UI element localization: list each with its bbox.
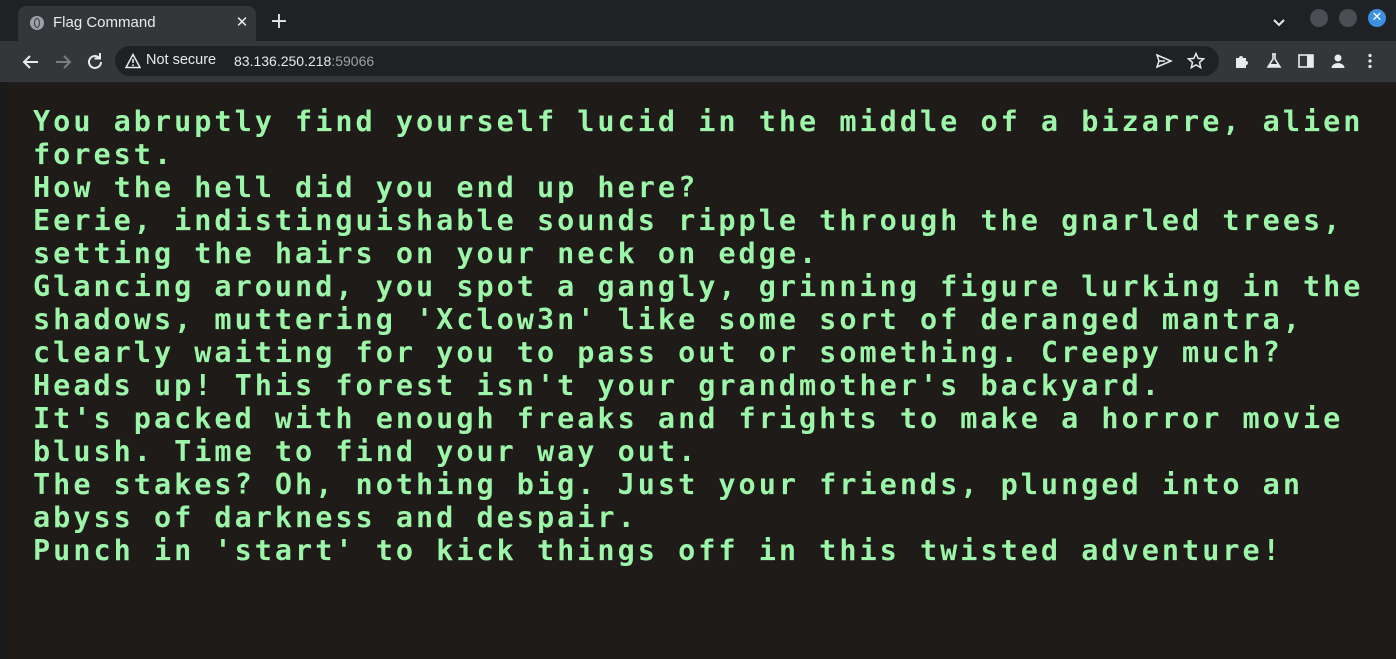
labs-flask-icon[interactable] <box>1265 52 1283 70</box>
terminal-line: Punch in 'start' to kick things off in t… <box>33 534 1283 567</box>
terminal-line: abyss of darkness and despair. <box>33 501 638 534</box>
terminal-line: shadows, muttering 'Xclow3n' like some s… <box>33 303 1303 336</box>
terminal-line: Eerie, indistinguishable sounds ripple t… <box>33 204 1344 237</box>
terminal-line: It's packed with enough freaks and frigh… <box>33 402 1344 435</box>
reload-icon[interactable] <box>83 50 107 74</box>
window-minimize-button[interactable] <box>1310 9 1328 27</box>
globe-icon <box>30 16 44 30</box>
terminal-line: setting the hairs on your neck on edge. <box>33 237 820 270</box>
side-panel-icon[interactable] <box>1297 52 1315 70</box>
terminal-line: You abruptly find yourself lucid in the … <box>33 105 1364 138</box>
url-port: :59066 <box>331 53 375 69</box>
browser-toolbar: Not secure 83.136.250.218:59066 <box>0 41 1396 83</box>
url-text[interactable]: 83.136.250.218:59066 <box>234 53 374 69</box>
extensions-puzzle-icon[interactable] <box>1233 52 1251 70</box>
warning-icon[interactable] <box>124 52 142 69</box>
url-host: 83.136.250.218 <box>234 53 332 69</box>
terminal-line: The stakes? Oh, nothing big. Just your f… <box>33 468 1303 501</box>
terminal-line: clearly waiting for you to pass out or s… <box>33 336 1283 369</box>
tab-flag-command[interactable]: Flag Command ✕ <box>18 6 256 41</box>
profile-avatar-icon[interactable] <box>1329 52 1347 70</box>
new-tab-button[interactable]: + <box>268 11 290 33</box>
chevron-down-icon[interactable] <box>1268 12 1290 34</box>
terminal-line: forest. <box>33 138 175 171</box>
forward-arrow-icon[interactable] <box>51 50 75 74</box>
window-maximize-button[interactable] <box>1339 9 1357 27</box>
bookmark-star-icon[interactable] <box>1186 51 1206 70</box>
window-edge <box>0 82 8 659</box>
address-bar[interactable]: Not secure 83.136.250.218:59066 <box>115 46 1219 76</box>
security-label[interactable]: Not secure <box>146 52 216 68</box>
menu-kebab-icon[interactable] <box>1361 52 1379 70</box>
window-close-button[interactable]: ✕ <box>1368 9 1386 27</box>
terminal-output: You abruptly find yourself lucid in the … <box>33 105 1373 567</box>
terminal-line: How the hell did you end up here? <box>33 171 699 204</box>
send-icon[interactable] <box>1155 52 1173 70</box>
terminal-line: Heads up! This forest isn't your grandmo… <box>33 369 1162 402</box>
tab-strip: Flag Command ✕ + ✕ <box>0 0 1396 41</box>
terminal-line: blush. Time to find your way out. <box>33 435 699 468</box>
tab-title: Flag Command <box>53 14 156 31</box>
back-arrow-icon[interactable] <box>19 50 43 74</box>
terminal-line: Glancing around, you spot a gangly, grin… <box>33 270 1364 303</box>
tab-close-icon[interactable]: ✕ <box>232 12 252 32</box>
